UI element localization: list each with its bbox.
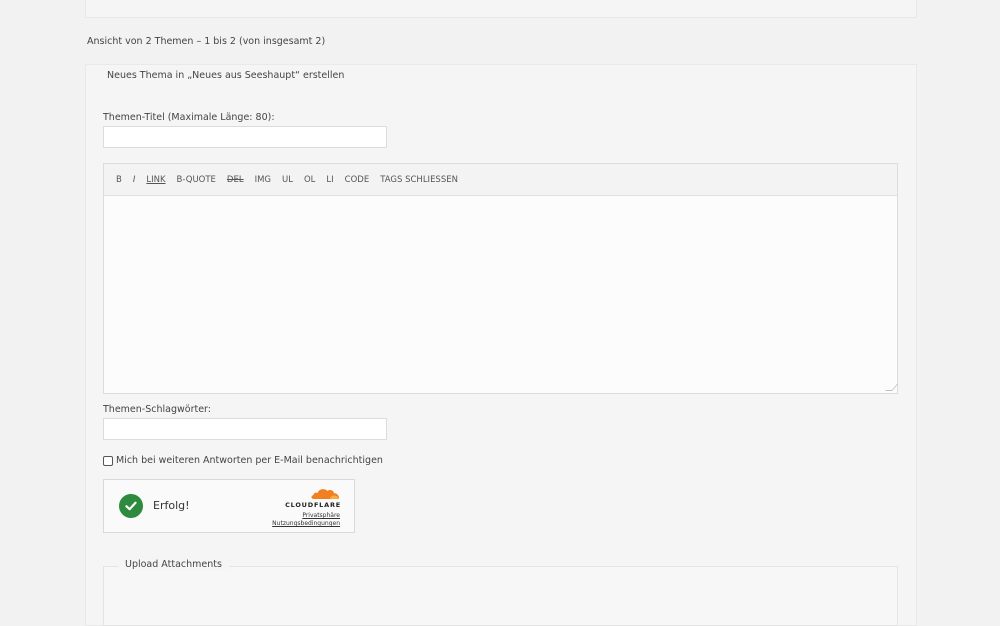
notify-checkbox[interactable]: [103, 455, 113, 466]
privacy-link[interactable]: Privatsphäre: [302, 512, 340, 519]
delete-button[interactable]: DEL: [227, 175, 244, 185]
new-topic-legend: Neues Thema in „Neues aus Seeshaupt“ ers…: [100, 70, 352, 81]
topic-tags-input[interactable]: [103, 418, 387, 440]
italic-button[interactable]: I: [133, 175, 136, 185]
post-editor: B I LINK B-QUOTE DEL IMG UL OL LI CODE T…: [103, 163, 898, 394]
check-circle-icon: [119, 494, 143, 518]
bold-button[interactable]: B: [116, 175, 122, 185]
post-content-textarea[interactable]: [104, 196, 897, 393]
editor-toolbar: B I LINK B-QUOTE DEL IMG UL OL LI CODE T…: [104, 164, 897, 196]
blockquote-button[interactable]: B-QUOTE: [177, 175, 216, 185]
upload-attachments-section: [103, 566, 898, 626]
close-tags-button[interactable]: TAGS SCHLIESSEN: [380, 175, 458, 185]
topic-title-label: Themen-Titel (Maximale Länge: 80):: [103, 112, 275, 123]
terms-link[interactable]: Nutzungsbedingungen: [272, 520, 340, 527]
pagination-count: Ansicht von 2 Themen – 1 bis 2 (von insg…: [87, 36, 326, 47]
link-button[interactable]: LINK: [146, 175, 165, 185]
ordered-list-button[interactable]: OL: [304, 175, 315, 185]
notify-label: Mich bei weiteren Antworten per E-Mail b…: [116, 455, 383, 466]
previous-section-box: [85, 0, 917, 18]
notify-option[interactable]: Mich bei weiteren Antworten per E-Mail b…: [103, 455, 383, 466]
upload-attachments-legend: Upload Attachments: [118, 559, 229, 570]
topic-tags-label: Themen-Schlagwörter:: [103, 404, 211, 415]
unordered-list-button[interactable]: UL: [282, 175, 293, 185]
turnstile-status: Erfolg!: [153, 499, 190, 512]
cloudflare-brand: CLOUDFLARE: [285, 501, 341, 509]
code-button[interactable]: CODE: [345, 175, 370, 185]
cloudflare-turnstile-widget: Erfolg! CLOUDFLARE Privatsphäre Nutzungs…: [103, 479, 355, 533]
cloudflare-logo-icon: [311, 489, 340, 499]
image-button[interactable]: IMG: [255, 175, 271, 185]
topic-title-input[interactable]: [103, 126, 387, 148]
list-item-button[interactable]: LI: [326, 175, 333, 185]
